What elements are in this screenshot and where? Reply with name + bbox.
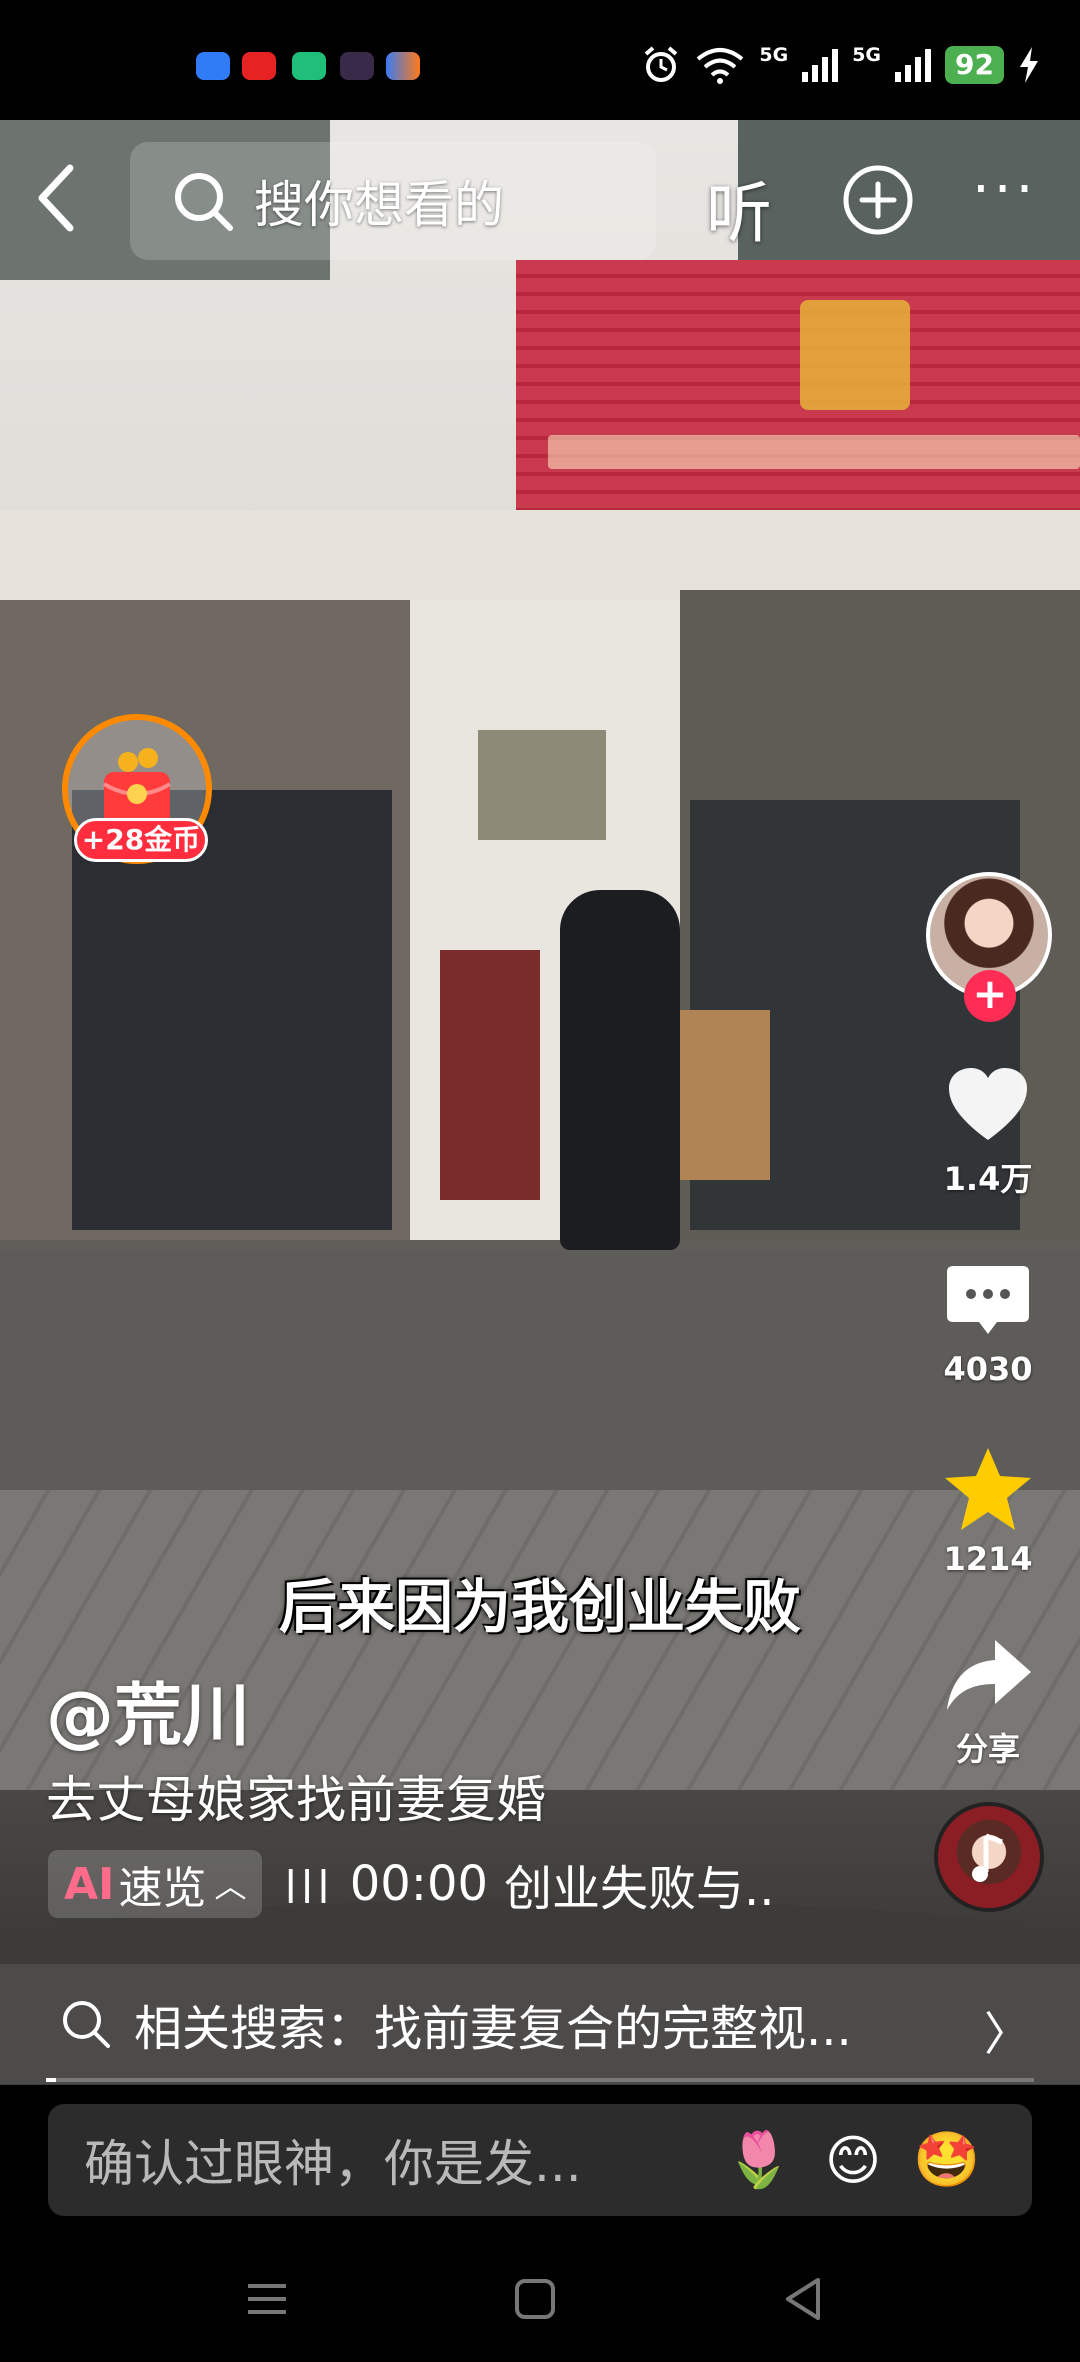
video-subtitle: 后来因为我创业失败 bbox=[278, 1573, 801, 1641]
comment-button[interactable]: 4030 bbox=[932, 1262, 1044, 1388]
audio-wave-icon: ||| bbox=[284, 1864, 334, 1904]
recent-apps-button[interactable] bbox=[240, 2272, 294, 2326]
alarm-icon bbox=[645, 46, 678, 82]
wifi-icon bbox=[697, 48, 744, 84]
scene-sign-char bbox=[800, 300, 910, 410]
coin-reward-widget[interactable]: +28金币 bbox=[62, 714, 218, 870]
status-bar: 5G 5G 92 bbox=[0, 0, 1080, 120]
author-name[interactable]: @荒川 bbox=[46, 1660, 250, 1759]
notification-icon-2 bbox=[242, 52, 276, 80]
favorite-button[interactable]: 1214 bbox=[932, 1446, 1044, 1578]
notification-icon-4 bbox=[340, 52, 374, 80]
follow-button[interactable]: + bbox=[964, 970, 1016, 1022]
comment-placeholder: 确认过眼神，你是发... bbox=[84, 2135, 582, 2193]
coin-reward-label: +28金币 bbox=[74, 818, 208, 862]
more-dots-icon: ··· bbox=[972, 157, 1038, 222]
video-progress-bar[interactable] bbox=[46, 2078, 1034, 2082]
back-button[interactable] bbox=[22, 158, 92, 238]
triangle-back-icon bbox=[786, 2278, 820, 2320]
ai-chip-label: 速览 bbox=[118, 1863, 207, 1914]
top-bar: 搜你想看的 听 ··· bbox=[0, 120, 1080, 280]
related-search-bar[interactable]: 相关搜索：找前妻复合的完整视... 〉 bbox=[0, 1964, 1080, 2084]
scene-street bbox=[0, 1250, 1080, 1490]
like-button[interactable]: 1.4万 bbox=[932, 1066, 1044, 1200]
share-button[interactable]: 分享 bbox=[932, 1636, 1044, 1770]
scene-shop-sign bbox=[516, 260, 1080, 510]
chevron-up-icon: ︿ bbox=[214, 1867, 247, 1905]
ai-summary-row: AI 速览 ︿ ||| 00:00 创业失败与.. bbox=[48, 1850, 775, 1918]
comment-input[interactable]: 确认过眼神，你是发... 🌷 😊 🤩 bbox=[48, 2104, 1032, 2216]
ai-summary-text[interactable]: ||| 00:00 创业失败与.. bbox=[284, 1849, 774, 1919]
more-button[interactable]: ··· bbox=[972, 162, 1052, 230]
signal-icon-1 bbox=[802, 48, 839, 82]
share-label: 分享 bbox=[955, 1730, 1020, 1768]
system-nav-bar bbox=[0, 2236, 1080, 2362]
menu-icon bbox=[248, 2284, 286, 2314]
comment-count: 4030 bbox=[943, 1350, 1033, 1388]
ai-label: AI bbox=[64, 1858, 115, 1910]
ai-summary-time: 00:00 bbox=[349, 1856, 489, 1912]
plus-circle-icon bbox=[843, 165, 913, 235]
search-box[interactable]: 搜你想看的 bbox=[130, 142, 656, 260]
signal-icon-2 bbox=[895, 48, 932, 82]
scene-meter-box bbox=[478, 730, 606, 840]
add-button[interactable] bbox=[842, 164, 914, 236]
star-icon bbox=[945, 1448, 1031, 1530]
share-arrow-icon bbox=[947, 1640, 1031, 1710]
screen: 5G 5G 92 搜你想看的 听 ··· +28金币 + 1.4万 4030 1… bbox=[0, 0, 1080, 2362]
tulip-emoji-button[interactable]: 🌷 bbox=[724, 2125, 794, 2195]
search-icon bbox=[63, 2001, 110, 2048]
scene-sign-line bbox=[548, 435, 1080, 469]
related-search-label: 相关搜索：找前妻复合的完整视... bbox=[134, 2001, 852, 2057]
ai-summary-content: 创业失败与.. bbox=[504, 1861, 775, 1917]
ai-summary-chip[interactable]: AI 速览 ︿ bbox=[48, 1850, 263, 1918]
chevron-left-icon bbox=[38, 164, 74, 232]
comment-bubble-icon bbox=[947, 1266, 1029, 1334]
battery-level: 92 bbox=[945, 46, 1004, 84]
music-disc[interactable] bbox=[934, 1802, 1044, 1912]
listen-button[interactable]: 听 bbox=[706, 160, 772, 256]
star-eyes-emoji-button[interactable]: 🤩 bbox=[912, 2125, 982, 2195]
video-description[interactable]: 去丈母娘家找前妻复婚 bbox=[46, 1760, 546, 1832]
notification-icon-1 bbox=[196, 52, 230, 80]
scene-goods bbox=[440, 950, 540, 1200]
chevron-right-icon: 〉 bbox=[984, 2007, 1030, 2061]
notification-icon-5 bbox=[386, 52, 420, 80]
smile-emoji-button[interactable]: 😊 bbox=[818, 2125, 888, 2195]
heart-icon bbox=[949, 1068, 1027, 1140]
charging-icon bbox=[1020, 47, 1038, 83]
search-icon bbox=[175, 173, 233, 231]
home-button[interactable] bbox=[508, 2272, 562, 2326]
home-square-icon bbox=[515, 2279, 555, 2319]
video-progress-fill bbox=[46, 2078, 56, 2082]
notification-icon-3 bbox=[292, 52, 326, 80]
music-note-icon bbox=[972, 1833, 1003, 1882]
search-placeholder: 搜你想看的 bbox=[254, 176, 504, 234]
scene-person bbox=[560, 890, 680, 1250]
like-count: 1.4万 bbox=[943, 1160, 1033, 1198]
network-type-1: 5G bbox=[759, 44, 789, 66]
back-nav-button[interactable] bbox=[776, 2272, 830, 2326]
network-type-2: 5G bbox=[852, 44, 882, 66]
